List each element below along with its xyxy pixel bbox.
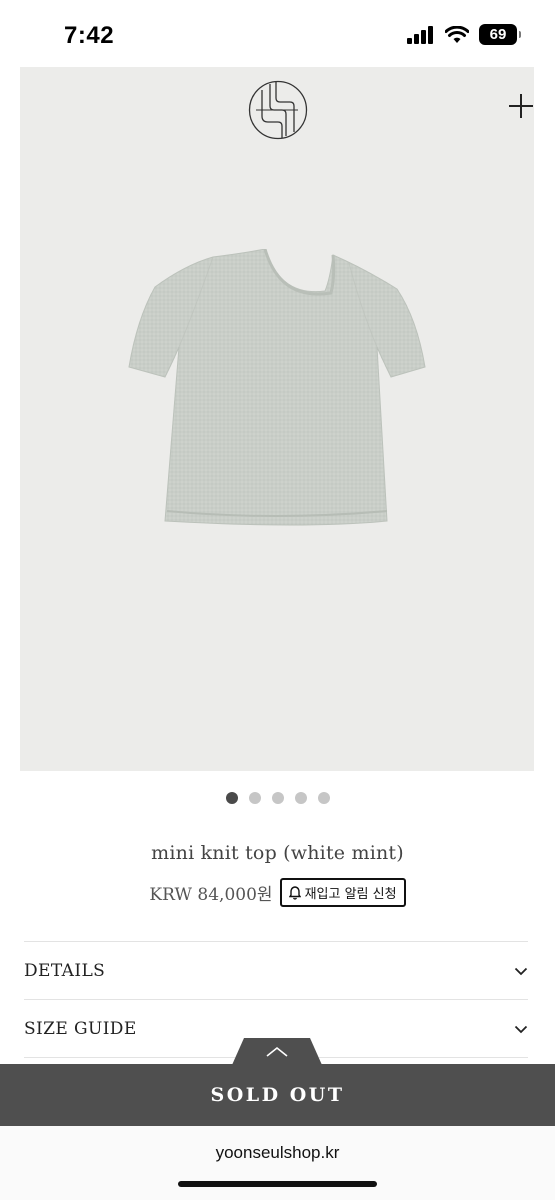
bell-icon [288,885,301,900]
pager-dot-3[interactable] [271,792,284,804]
wifi-icon [445,25,469,43]
chevron-down-icon [514,1025,528,1033]
price-row: KRW 84,000원 재입고 알림 신청 [0,878,555,907]
brand-monogram-icon[interactable] [248,80,308,140]
accordion-size-guide-label: SIZE GUIDE [24,1019,137,1039]
battery-icon: 69 [479,24,521,45]
plus-icon[interactable] [508,93,534,119]
product-title: mini knit top (white mint) [151,842,404,864]
product-price: KRW 84,000원 [149,885,273,905]
accordion-details[interactable]: DETAILS [24,942,528,1000]
battery-level: 69 [489,26,507,43]
cellular-signal-icon [407,25,433,44]
sold-out-label: SOLD OUT [210,1084,345,1106]
status-bar: 7:42 69 [0,0,555,66]
restock-alert-label: 재입고 알림 신청 [304,887,397,902]
chevron-down-icon [514,967,528,975]
address-url[interactable]: yoonseulshop.kr [0,1143,555,1163]
pager-dot-4[interactable] [294,792,307,804]
status-icons: 69 [407,24,521,45]
pager-dot-1[interactable] [225,792,238,804]
expand-tab[interactable] [232,1038,322,1065]
pager-dot-5[interactable] [317,792,330,804]
image-pager [0,792,555,804]
accordion-details-label: DETAILS [24,961,106,981]
browser-address-bar[interactable]: yoonseulshop.kr [0,1126,555,1200]
sold-out-button[interactable]: SOLD OUT [0,1064,555,1126]
knit-top-photo [128,249,426,526]
home-indicator[interactable] [178,1181,377,1187]
product-image-carousel[interactable] [20,67,534,771]
restock-alert-button[interactable]: 재입고 알림 신청 [279,878,406,907]
status-time: 7:42 [64,22,115,49]
pager-dot-2[interactable] [248,792,261,804]
